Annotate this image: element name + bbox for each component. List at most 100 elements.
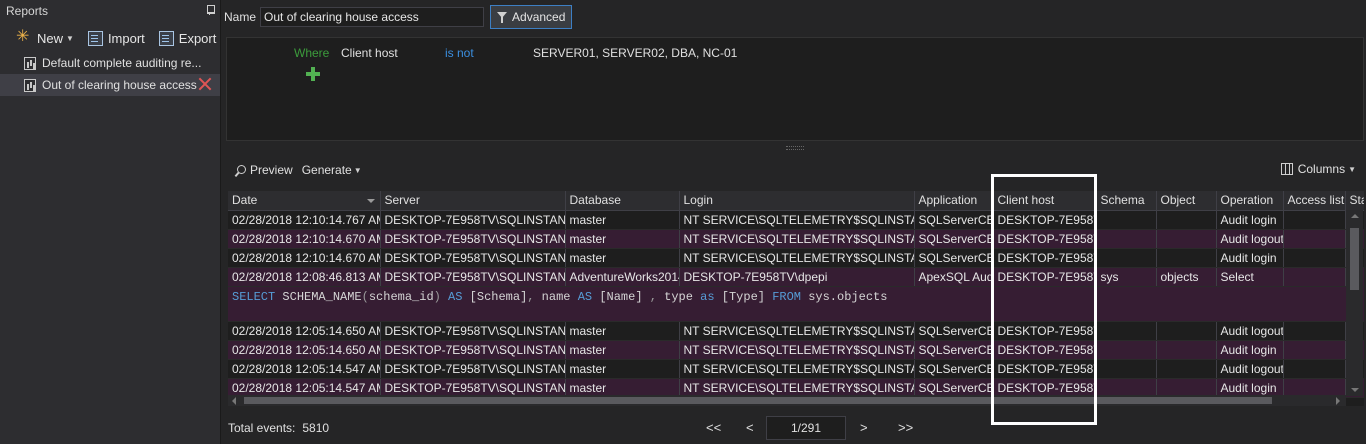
filter-value[interactable]: SERVER01, SERVER02, DBA, NC-01 bbox=[533, 46, 737, 60]
grid-body: 02/28/2018 12:10:14.767 AM DESKTOP-7E958T… bbox=[228, 210, 1364, 398]
column-header-date[interactable]: Date bbox=[228, 191, 381, 211]
vertical-scrollbar[interactable] bbox=[1346, 210, 1363, 396]
sql-detail-row: SELECT SCHEMA_NAME(schema_id) AS [Schema… bbox=[228, 286, 1364, 322]
column-header-application[interactable]: Application bbox=[914, 191, 994, 211]
report-name-input[interactable] bbox=[260, 7, 485, 27]
horizontal-scroll-thumb[interactable] bbox=[244, 397, 1272, 404]
column-header-access-list[interactable]: Access list bbox=[1283, 191, 1346, 211]
cell-database: master bbox=[565, 210, 680, 230]
name-row: Name Advanced bbox=[224, 5, 573, 29]
reports-panel-header: Reports bbox=[0, 0, 220, 24]
cell-server: DESKTOP-7E958TV\SQLINSTANCE01 bbox=[380, 321, 566, 341]
cell-application: SQLServerCEIP bbox=[914, 210, 994, 230]
sort-desc-icon bbox=[366, 199, 375, 203]
table-row[interactable]: 02/28/2018 12:10:14.767 AM DESKTOP-7E958T… bbox=[228, 210, 1364, 230]
cell-application: SQLServerCEIP bbox=[914, 321, 994, 341]
cell-database: AdventureWorks2014 bbox=[565, 267, 680, 287]
cell-database: master bbox=[565, 229, 680, 249]
column-header-login[interactable]: Login bbox=[679, 191, 915, 211]
advanced-button[interactable]: Advanced bbox=[490, 5, 573, 29]
column-header-client-host[interactable]: Client host bbox=[993, 191, 1097, 211]
cell-schema bbox=[1096, 359, 1157, 379]
sql-token: sys.objects bbox=[808, 289, 888, 304]
previous-page-button[interactable]: < bbox=[746, 420, 754, 435]
cell-server: DESKTOP-7E958TV\SQLINSTANCE01 bbox=[380, 340, 566, 360]
table-row[interactable]: 02/28/2018 12:05:14.547 AM DESKTOP-7E958T… bbox=[228, 359, 1364, 379]
import-button[interactable]: Import bbox=[87, 30, 145, 46]
first-page-button[interactable]: << bbox=[706, 420, 721, 435]
table-row[interactable]: 02/28/2018 12:05:14.650 AM DESKTOP-7E958T… bbox=[228, 321, 1364, 341]
sql-token: FROM bbox=[772, 289, 809, 304]
filter-where[interactable]: Where bbox=[294, 46, 329, 60]
delete-report-icon[interactable] bbox=[198, 77, 212, 91]
cell-schema bbox=[1096, 248, 1157, 268]
filter-area: Where Client host is not SERVER01, SERVE… bbox=[226, 37, 1364, 141]
reports-panel: Reports New ▼ Import Export Default comp… bbox=[0, 0, 221, 444]
cell-access-list bbox=[1283, 340, 1346, 360]
pin-icon[interactable] bbox=[206, 5, 215, 15]
scroll-down-icon[interactable] bbox=[1351, 388, 1359, 392]
cell-application: SQLServerCEIP bbox=[914, 229, 994, 249]
cell-operation: Audit logout bbox=[1216, 359, 1284, 379]
cell-date: 02/28/2018 12:10:14.670 AM bbox=[228, 229, 381, 249]
total-events-value: 5810 bbox=[302, 421, 330, 435]
generate-button[interactable]: Generate ▼ bbox=[302, 163, 362, 177]
table-row[interactable]: 02/28/2018 12:10:14.670 AM DESKTOP-7E958T… bbox=[228, 248, 1364, 268]
table-row[interactable]: 02/28/2018 12:10:14.670 AM DESKTOP-7E958T… bbox=[228, 229, 1364, 249]
cell-date: 02/28/2018 12:10:14.767 AM bbox=[228, 210, 381, 230]
cell-server: DESKTOP-7E958TV\SQLINSTANCE01 bbox=[380, 359, 566, 379]
report-item-label: Default complete auditing re... bbox=[42, 56, 202, 70]
total-events-label: Total events: bbox=[228, 421, 296, 435]
preview-button[interactable]: Preview bbox=[235, 163, 293, 177]
add-condition-icon[interactable] bbox=[306, 67, 320, 81]
cell-access-list bbox=[1283, 210, 1346, 230]
preview-label: Preview bbox=[250, 163, 293, 177]
columns-button[interactable]: Columns ▼ bbox=[1280, 162, 1356, 176]
table-row[interactable]: 02/28/2018 12:05:14.650 AM DESKTOP-7E958T… bbox=[228, 340, 1364, 360]
scroll-right-icon[interactable] bbox=[1336, 397, 1340, 405]
column-header-schema[interactable]: Schema bbox=[1096, 191, 1157, 211]
column-header-database[interactable]: Database bbox=[565, 191, 680, 211]
advanced-label: Advanced bbox=[512, 10, 566, 24]
grid-header-row: Date Server Database Login Application C… bbox=[228, 191, 1364, 211]
new-button[interactable]: New ▼ bbox=[16, 29, 74, 46]
grid-toolbar: Preview Generate ▼ Columns ▼ bbox=[226, 158, 1364, 182]
cell-server: DESKTOP-7E958TV\SQLINSTANCE01 bbox=[380, 210, 566, 230]
filter-operator[interactable]: is not bbox=[445, 46, 474, 60]
cell-login: NT SERVICE\SQLTELEMETRY$SQLINSTANCE01 bbox=[679, 248, 915, 268]
cell-client-host: DESKTOP-7E958TV bbox=[993, 248, 1097, 268]
column-header-operation[interactable]: Operation bbox=[1216, 191, 1284, 211]
next-page-button[interactable]: > bbox=[860, 420, 868, 435]
column-header-object[interactable]: Object bbox=[1156, 191, 1217, 211]
report-icon bbox=[24, 78, 36, 92]
import-icon bbox=[87, 30, 103, 46]
cell-object bbox=[1156, 359, 1217, 379]
reports-list: Default complete auditing re... Out of c… bbox=[0, 52, 220, 96]
horizontal-scrollbar[interactable] bbox=[228, 395, 1346, 406]
cell-client-host: DESKTOP-7E958TV bbox=[993, 340, 1097, 360]
magnifier-icon bbox=[235, 164, 246, 176]
scroll-up-icon[interactable] bbox=[1351, 214, 1359, 218]
panel-splitter[interactable] bbox=[786, 146, 804, 150]
new-icon bbox=[16, 29, 32, 46]
last-page-button[interactable]: >> bbox=[898, 420, 913, 435]
column-header-status[interactable]: Sta bbox=[1345, 191, 1364, 211]
scroll-left-icon[interactable] bbox=[232, 397, 236, 405]
sql-token: AS bbox=[577, 289, 600, 304]
sql-token: ) bbox=[433, 289, 441, 304]
cell-schema bbox=[1096, 340, 1157, 360]
export-button[interactable]: Export bbox=[158, 30, 216, 46]
vertical-scroll-thumb[interactable] bbox=[1350, 228, 1359, 290]
column-header-server[interactable]: Server bbox=[380, 191, 566, 211]
report-item-default[interactable]: Default complete auditing re... bbox=[0, 52, 220, 74]
filter-field[interactable]: Client host bbox=[341, 46, 398, 60]
cell-object bbox=[1156, 210, 1217, 230]
sql-token: schema_id bbox=[368, 289, 434, 304]
page-number-field[interactable]: 1/291 bbox=[766, 416, 846, 440]
export-icon bbox=[158, 30, 174, 46]
cell-object bbox=[1156, 321, 1217, 341]
table-row[interactable]: 02/28/2018 12:08:46.813 AM DESKTOP-7E958T… bbox=[228, 267, 1364, 287]
report-item-out-of-clearing-house[interactable]: Out of clearing house access bbox=[0, 74, 220, 96]
cell-access-list bbox=[1283, 267, 1346, 287]
cell-server: DESKTOP-7E958TV\SQLINSTANCE01 bbox=[380, 229, 566, 249]
